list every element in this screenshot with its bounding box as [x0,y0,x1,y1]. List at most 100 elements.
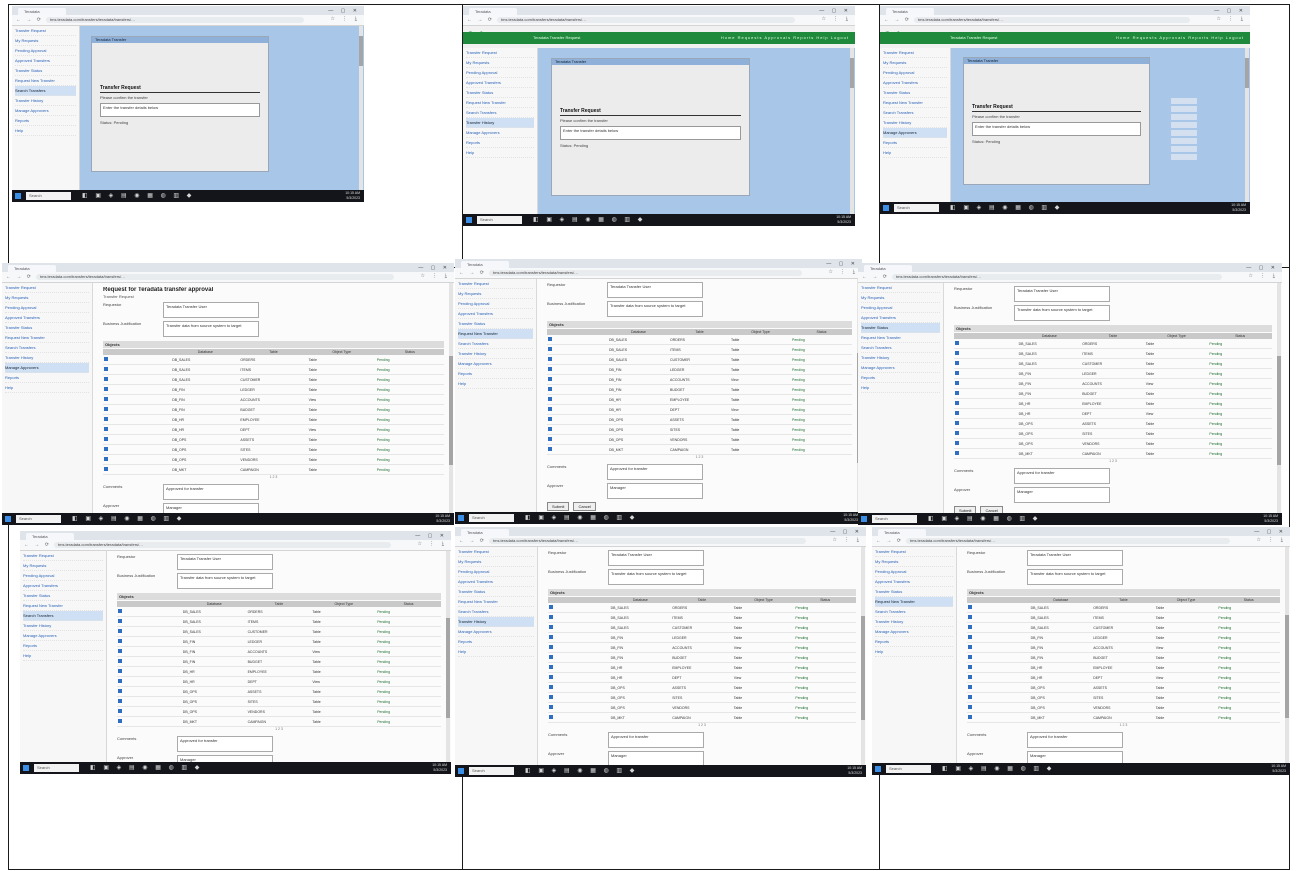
row-checkbox-cell[interactable] [547,354,608,365]
scrollbar[interactable] [850,48,854,214]
row-checkbox-cell[interactable] [103,454,172,465]
start-icon[interactable] [883,205,889,211]
sidebar-item[interactable]: Help [458,379,533,389]
row-checkbox[interactable] [549,615,553,619]
scrollbar-thumb[interactable] [1277,356,1281,465]
sidebar-item[interactable]: Request New Transfer [5,333,89,343]
sidebar-item[interactable]: My Requests [23,561,103,571]
browser-tab[interactable]: Teradata [886,8,934,15]
sidebar-item[interactable]: Reports [883,138,947,148]
row-checkbox-cell[interactable] [967,652,1030,663]
sidebar-item[interactable]: Reports [458,369,533,379]
row-checkbox-cell[interactable] [117,607,182,617]
taskbar-search[interactable]: Search [34,764,79,772]
taskbar-app-icons[interactable]: ◧ ▣ ◈ ▤ ◉ ▦ ◍ ▥ ◆ [525,767,637,774]
sidebar-item[interactable]: Reports [23,641,103,651]
row-checkbox[interactable] [548,447,552,451]
row-checkbox-cell[interactable] [967,672,1030,683]
table-row[interactable]: DB_HR DEPT View Pending [954,408,1272,419]
comments-field[interactable]: Approved for transfer [1027,732,1123,748]
sidebar-item[interactable]: Manage Approvers [5,363,89,373]
row-checkbox-cell[interactable] [547,424,608,435]
table-row[interactable]: DB_HR DEPT View Pending [548,672,856,683]
row-checkbox[interactable] [118,619,122,623]
sidebar-item[interactable]: Reports [861,373,940,383]
sidebar-item[interactable]: Search Transfers [23,611,103,621]
table-row[interactable]: DB_SALES ORDERS Table Pending [548,603,856,613]
row-checkbox-cell[interactable] [954,378,1018,389]
table-row[interactable]: DB_SALES CUSTOMER Table Pending [103,374,444,385]
row-checkbox-cell[interactable] [548,702,610,713]
sidebar-item[interactable]: Approved Transfers [875,577,953,587]
submit-button[interactable]: Submit [547,502,570,511]
row-checkbox[interactable] [548,347,552,351]
sidebar-item[interactable]: Search Transfers [458,607,534,617]
table-row[interactable]: DB_FIN ACCOUNTS View Pending [103,394,444,405]
sidebar-item[interactable]: Search Transfers [883,108,947,118]
row-checkbox-cell[interactable] [548,692,610,703]
row-checkbox[interactable] [955,421,959,425]
browser-tab[interactable]: Teradata [8,265,56,272]
row-checkbox-cell[interactable] [117,696,182,707]
taskbar-search[interactable]: Search [894,204,939,212]
row-checkbox-cell[interactable] [954,398,1018,409]
row-checkbox-cell[interactable] [117,686,182,697]
row-checkbox[interactable] [968,645,972,649]
dialog-link[interactable] [1171,122,1197,128]
row-checkbox-cell[interactable] [103,374,172,385]
row-checkbox-cell[interactable] [103,414,172,425]
row-checkbox-cell[interactable] [117,616,182,627]
table-row[interactable]: DB_SALES ORDERS Table Pending [117,607,441,617]
justification-field[interactable]: Transfer data from source system to targ… [607,301,703,317]
row-checkbox[interactable] [549,675,553,679]
url-field[interactable]: tms.teradata.com/transfers/teradata/tran… [892,274,1222,280]
row-checkbox[interactable] [955,431,959,435]
pagination[interactable]: 1 2 3 [93,475,454,481]
taskbar-app-icons[interactable]: ◧ ▣ ◈ ▤ ◉ ▦ ◍ ▥ ◆ [533,216,645,223]
row-checkbox[interactable] [104,447,108,451]
dialog-link[interactable] [1171,130,1197,136]
dialog-link[interactable] [1171,138,1197,144]
row-checkbox[interactable] [548,337,552,341]
sidebar-item[interactable]: Approved Transfers [15,56,76,66]
sidebar-item[interactable]: Manage Approvers [458,359,533,369]
table-row[interactable]: DB_SALES ITEMS Table Pending [967,612,1280,623]
window-controls[interactable]: — ▢ ✕ [830,529,862,535]
taskbar-search[interactable]: Search [886,765,931,773]
browser-tools[interactable]: ☆ ⋮ ⤓ [1217,16,1246,22]
row-checkbox[interactable] [968,695,972,699]
row-checkbox-cell[interactable] [967,702,1030,713]
row-checkbox-cell[interactable] [548,642,610,653]
justification-field[interactable]: Transfer data from source system to targ… [1014,305,1110,321]
scrollbar-thumb[interactable] [1245,58,1249,88]
row-checkbox[interactable] [118,689,122,693]
table-row[interactable]: DB_FIN BUDGET Table Pending [954,388,1272,399]
url-field[interactable]: tms.teradata.com/transfers/teradata/tran… [906,538,1230,544]
sidebar-item[interactable]: Help [861,383,940,393]
row-checkbox-cell[interactable] [954,358,1018,369]
taskbar-search[interactable]: Search [16,515,61,523]
row-checkbox[interactable] [955,411,959,415]
table-row[interactable]: DB_OPS VENDORS Table Pending [967,702,1280,713]
sidebar-item[interactable]: Approved Transfers [883,78,947,88]
approver-field[interactable]: Manager [607,483,703,499]
row-checkbox[interactable] [968,605,972,609]
sidebar-item[interactable]: Transfer History [23,621,103,631]
row-checkbox-cell[interactable] [954,388,1018,399]
dialog-link[interactable] [1171,154,1197,160]
sidebar-item[interactable]: Request New Transfer [458,329,533,339]
cancel-button[interactable]: Cancel [573,502,596,511]
sidebar-item[interactable]: My Requests [861,293,940,303]
table-row[interactable]: DB_FIN LEDGER Table Pending [967,632,1280,643]
row-checkbox-cell[interactable] [103,355,172,365]
row-checkbox-cell[interactable] [954,368,1018,379]
justification-field[interactable]: Transfer data from source system to targ… [177,573,273,589]
requestor-field[interactable]: Teradata Transfer User [1027,550,1123,566]
row-checkbox-cell[interactable] [967,632,1030,643]
requestor-field[interactable]: Teradata Transfer User [1014,286,1110,302]
row-checkbox[interactable] [548,397,552,401]
row-checkbox[interactable] [104,357,108,361]
sidebar-item[interactable]: Transfer Request [861,283,940,293]
row-checkbox[interactable] [549,605,553,609]
row-checkbox[interactable] [104,457,108,461]
